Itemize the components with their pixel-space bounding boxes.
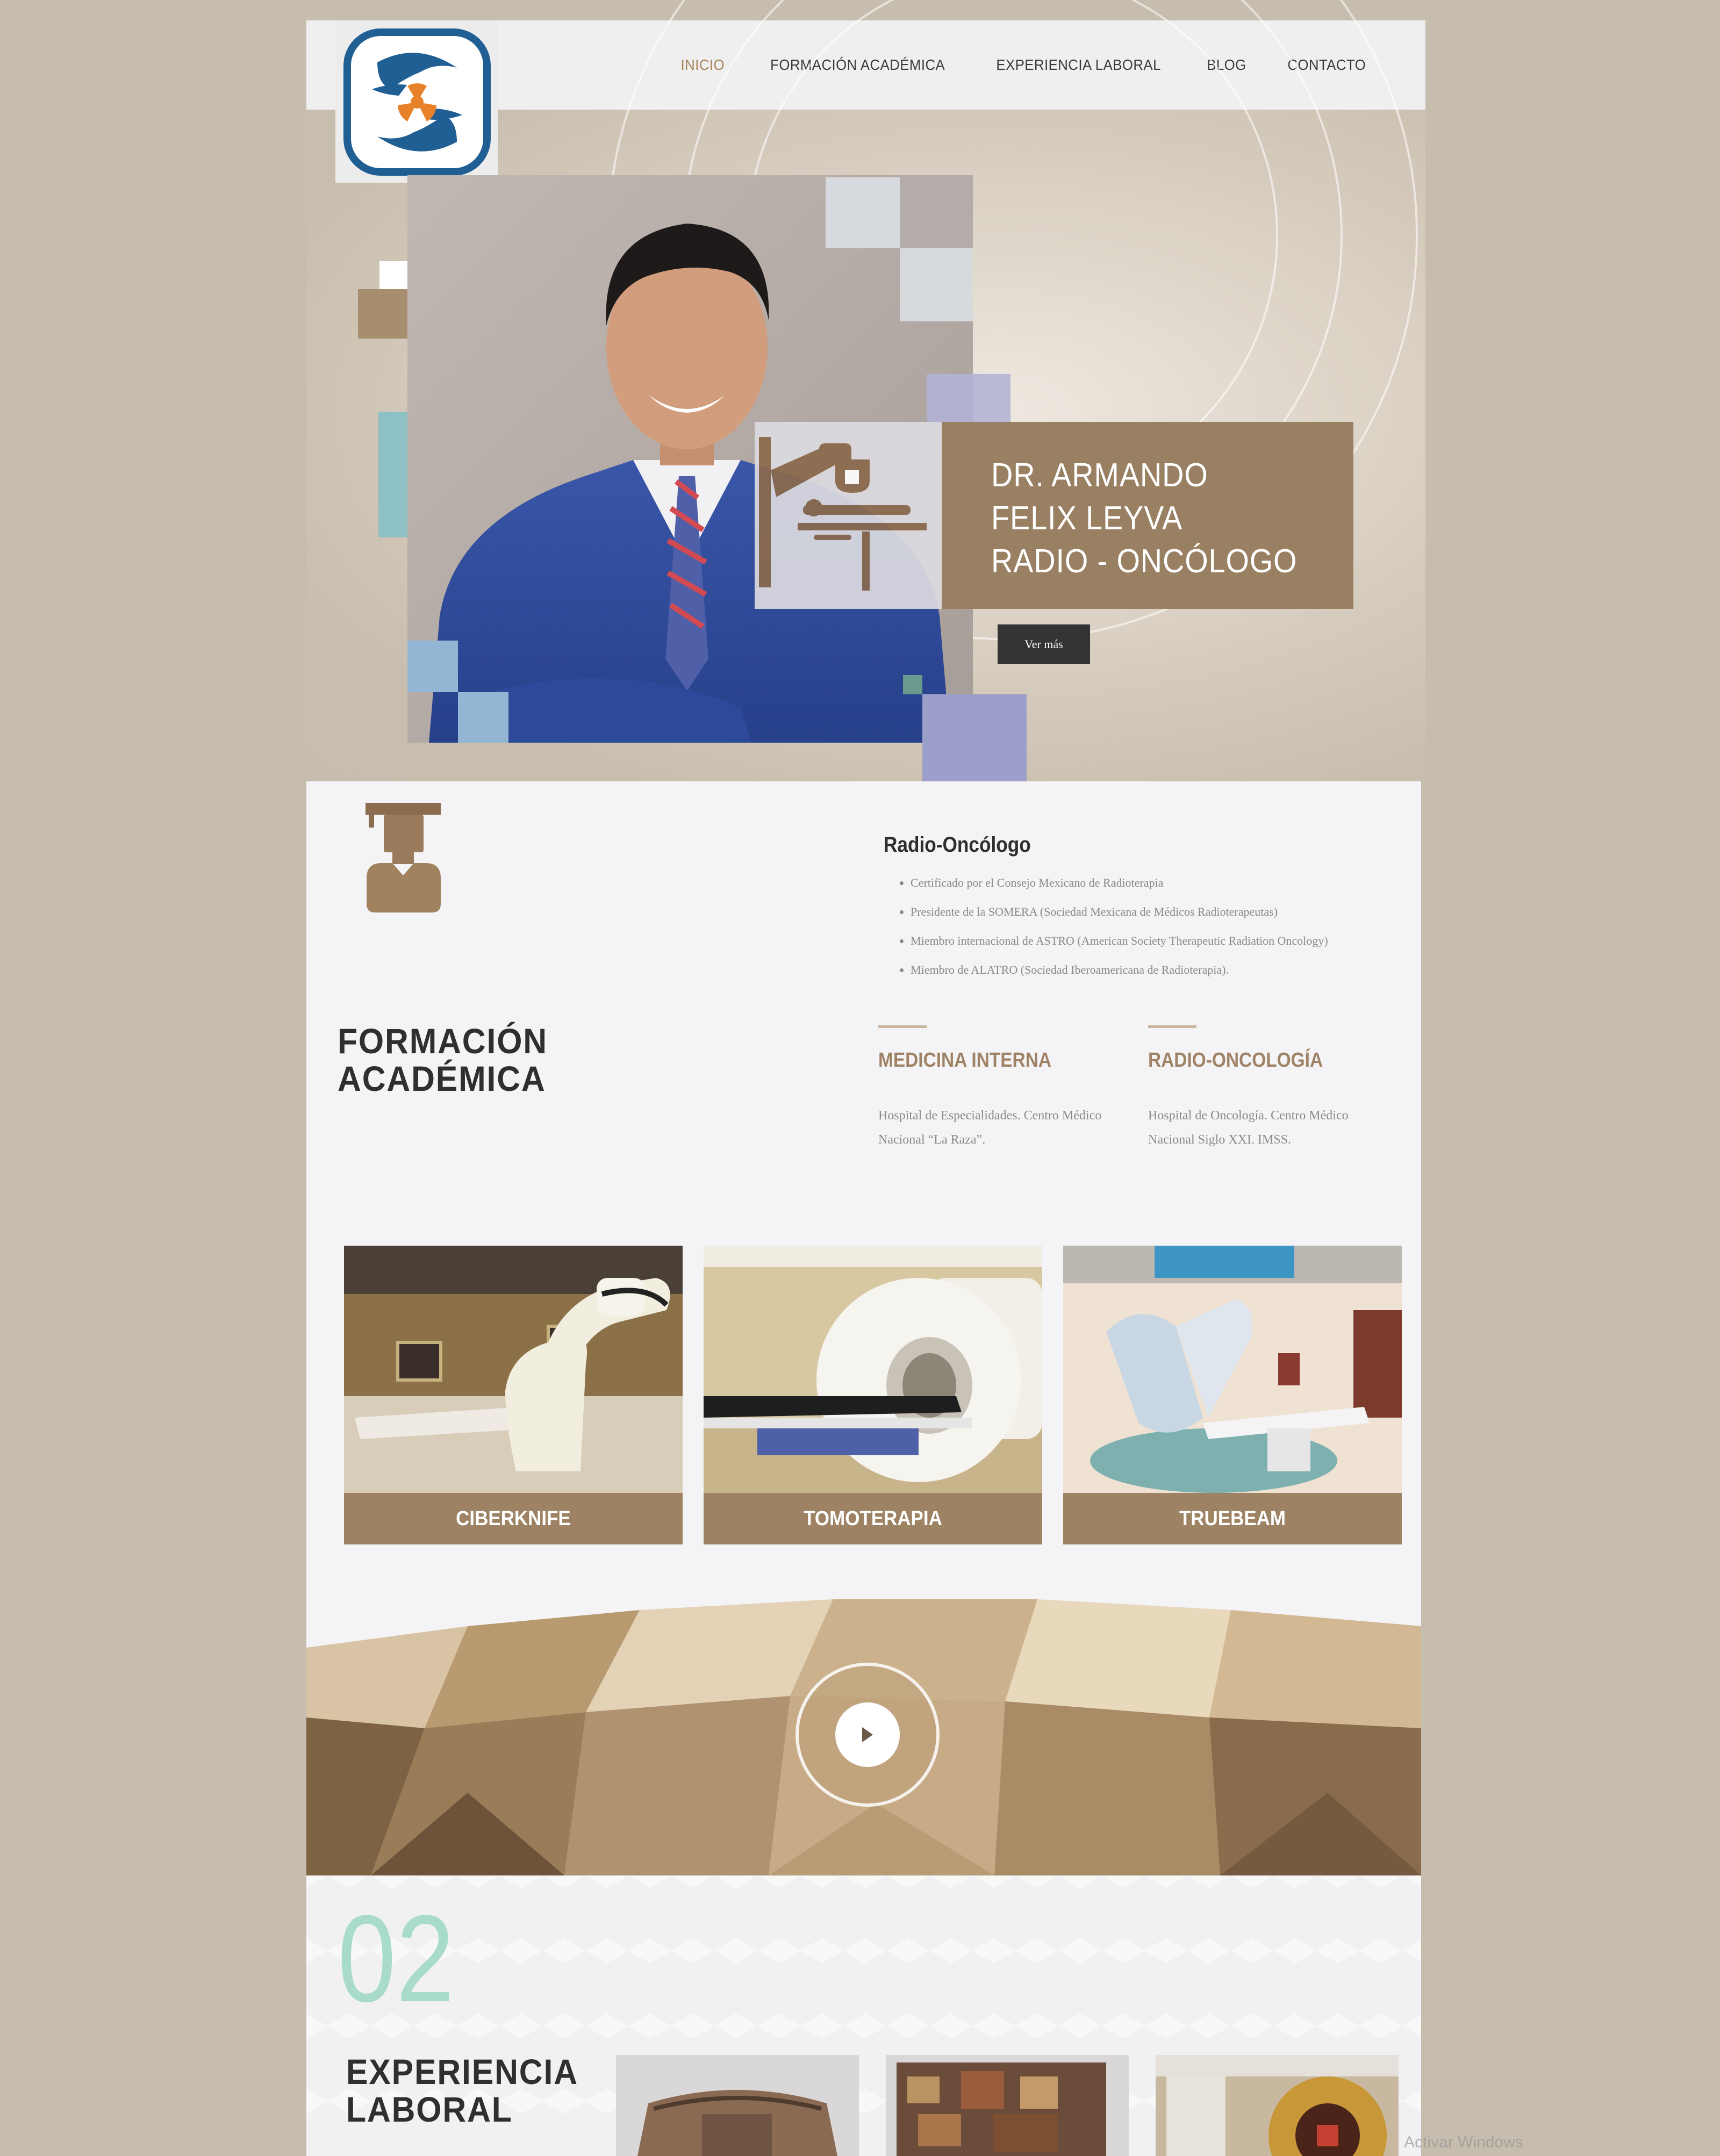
edu-title: RADIO-ONCOLOGÍA [1148, 1049, 1323, 1072]
hero-title-line: DR. ARMANDO [991, 457, 1208, 494]
hero-title-line: RADIO - ONCÓLOGO [991, 543, 1298, 580]
decor-square [407, 641, 458, 692]
card-label: CIBERKNIFE [456, 1507, 571, 1530]
edu-description: Hospital de Oncología. Centro Médico Nac… [1148, 1109, 1349, 1147]
decor-square [900, 177, 973, 248]
equipment-card-truebeam[interactable]: TRUEBEAM [1063, 1246, 1402, 1544]
decor-square [378, 412, 407, 537]
hero-title-box: DR. ARMANDO FELIX LEYVA RADIO - ONCÓLOGO [942, 422, 1353, 609]
edu-description: Hospital de Especialidades. Centro Médic… [878, 1109, 1102, 1147]
equipment-card-tomoterapia[interactable]: TOMOTERAPIA [704, 1246, 1042, 1544]
card-label: TRUEBEAM [1179, 1507, 1286, 1530]
tomoterapia-photo [704, 1246, 1042, 1493]
edu-title: MEDICINA INTERNA [878, 1049, 1052, 1072]
section-title-line: LABORAL [346, 2089, 513, 2129]
truebeam-photo [1063, 1246, 1402, 1493]
divider [1148, 1025, 1196, 1028]
decor-square [379, 261, 407, 289]
section-number: 02 [338, 1889, 455, 2028]
list-item: Miembro de ALATRO (Sociedad Iberoamerica… [911, 955, 1328, 984]
list-item: Miembro internacional de ASTRO (American… [911, 926, 1328, 955]
list-item: Certificado por el Consejo Mexicano de R… [911, 868, 1328, 897]
decor-square [922, 694, 1027, 781]
hero-title: DR. ARMANDO FELIX LEYVA RADIO - ONCÓLOGO [991, 454, 1297, 583]
section-title-line: FORMACIÓN [338, 1021, 548, 1061]
section-title-line: ACADÉMICA [338, 1059, 546, 1098]
section-title-line: EXPERIENCIA [346, 2052, 578, 2092]
decor-square [927, 374, 1010, 422]
graduate-icon [366, 803, 446, 918]
formacion-academica-title: FORMACIÓN ACADÉMICA [338, 1022, 548, 1097]
experience-photo-library[interactable] [886, 2055, 1129, 2156]
experiencia-laboral-title: EXPERIENCIA LABORAL [346, 2053, 578, 2128]
ciberknife-photo [344, 1246, 683, 1493]
decor-square [458, 692, 508, 743]
play-video-button[interactable] [796, 1663, 940, 1807]
credentials-list: Certificado por el Consejo Mexicano de R… [887, 868, 1328, 984]
radiotherapy-machine-icon [755, 422, 942, 609]
experience-photo-equipment[interactable] [1156, 2055, 1399, 2156]
windows-activation-watermark: Activar Windows [1404, 2133, 1523, 2151]
site-logo[interactable] [335, 21, 498, 183]
hero-title-line: FELIX LEYVA [991, 500, 1183, 537]
decor-square [903, 675, 922, 694]
ver-mas-button[interactable]: Ver más [998, 624, 1090, 664]
decor-square [900, 248, 973, 321]
decor-square [358, 289, 407, 339]
list-item: Presidente de la SOMERA (Sociedad Mexica… [911, 897, 1328, 926]
decor-square [826, 177, 900, 248]
equipment-card-ciberknife[interactable]: CIBERKNIFE [344, 1246, 683, 1544]
divider [878, 1025, 927, 1028]
card-label: TOMOTERAPIA [804, 1507, 942, 1530]
experience-photo-building[interactable] [616, 2055, 859, 2156]
play-icon [835, 1702, 900, 1767]
credentials-heading: Radio-Oncólogo [884, 833, 1031, 857]
